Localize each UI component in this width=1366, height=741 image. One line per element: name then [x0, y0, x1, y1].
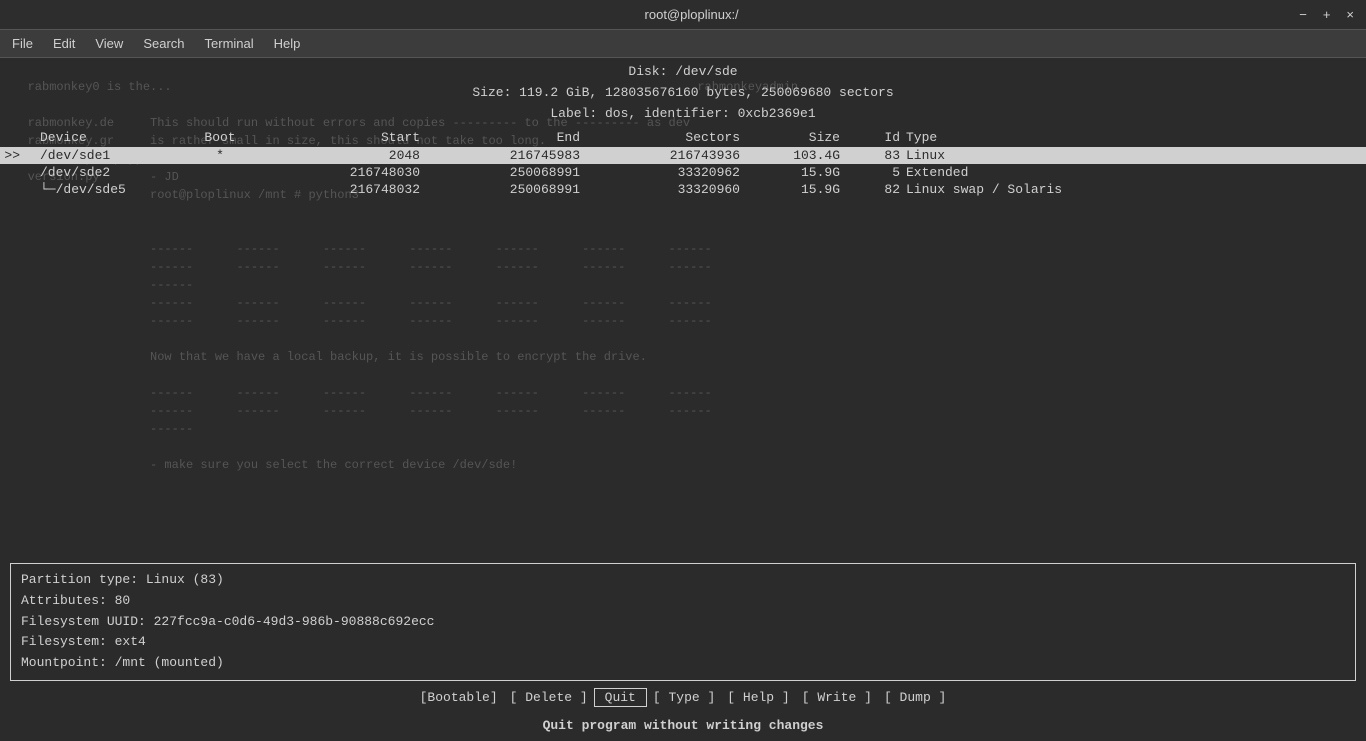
- main-content: Disk: /dev/sde Size: 119.2 GiB, 12803567…: [0, 58, 1366, 741]
- close-button[interactable]: ×: [1342, 7, 1358, 22]
- row-type: Linux swap / Solaris: [900, 181, 1366, 198]
- row-selector: >>: [0, 147, 20, 164]
- row-device: /dev/sde1: [20, 147, 160, 164]
- row-start: 2048: [280, 147, 440, 164]
- col-header-end: End: [440, 128, 600, 147]
- row-size: 15.9G: [760, 181, 860, 198]
- menubar: File Edit View Search Terminal Help: [0, 30, 1366, 58]
- disk-label-line: Label: dos, identifier: 0xcb2369e1: [0, 104, 1366, 125]
- info-line: Filesystem: ext4: [21, 632, 1345, 653]
- toolbar-item-2[interactable]: Quit: [594, 688, 647, 707]
- col-header-boot: Boot: [160, 128, 280, 147]
- row-start: 216748032: [280, 181, 440, 198]
- info-line: Partition type: Linux (83): [21, 570, 1345, 591]
- col-header-start: Start: [280, 128, 440, 147]
- titlebar: root@ploplinux:/ − + ×: [0, 0, 1366, 30]
- toolbar-item-0[interactable]: [Bootable]: [414, 690, 504, 705]
- info-line: Mountpoint: /mnt (mounted): [21, 653, 1345, 674]
- row-boot: *: [160, 147, 280, 164]
- col-header-device: Device: [20, 128, 160, 147]
- row-size: 103.4G: [760, 147, 860, 164]
- row-id: 5: [860, 164, 900, 181]
- col-header-sectors: Sectors: [600, 128, 760, 147]
- row-boot: [160, 181, 280, 198]
- menu-view[interactable]: View: [87, 34, 131, 53]
- window-controls[interactable]: − + ×: [1295, 7, 1358, 22]
- row-sectors: 33320962: [600, 164, 760, 181]
- menu-help[interactable]: Help: [266, 34, 309, 53]
- terminal-area: rabmonkey0 is the... rabmonkeyadmin..: [0, 58, 1366, 741]
- row-start: 216748030: [280, 164, 440, 181]
- col-header-size: Size: [760, 128, 860, 147]
- row-size: 15.9G: [760, 164, 860, 181]
- info-line: Attributes: 80: [21, 591, 1345, 612]
- minimize-button[interactable]: −: [1295, 7, 1311, 22]
- menu-file[interactable]: File: [4, 34, 41, 53]
- disk-size: Size: 119.2 GiB, 128035676160 bytes, 250…: [0, 83, 1366, 104]
- row-end: 250068991: [440, 181, 600, 198]
- row-type: Extended: [900, 164, 1366, 181]
- info-box: Partition type: Linux (83) Attributes: 8…: [10, 563, 1356, 681]
- help-text: Quit program without writing changes: [0, 718, 1366, 733]
- row-id: 82: [860, 181, 900, 198]
- maximize-button[interactable]: +: [1319, 7, 1335, 22]
- row-device: └─/dev/sde5: [20, 181, 160, 198]
- table-row[interactable]: /dev/sde2 216748030 250068991 33320962 1…: [0, 164, 1366, 181]
- disk-label: Disk: /dev/sde: [0, 62, 1366, 83]
- row-sectors: 216743936: [600, 147, 760, 164]
- row-selector: [0, 164, 20, 181]
- row-boot: [160, 164, 280, 181]
- menu-terminal[interactable]: Terminal: [197, 34, 262, 53]
- row-end: 250068991: [440, 164, 600, 181]
- row-sectors: 33320960: [600, 181, 760, 198]
- col-header-type: Type: [900, 128, 1366, 147]
- table-row[interactable]: >> /dev/sde1 * 2048 216745983 216743936 …: [0, 147, 1366, 164]
- row-id: 83: [860, 147, 900, 164]
- toolbar-item-1[interactable]: [ Delete ]: [504, 690, 594, 705]
- toolbar-item-3[interactable]: [ Type ]: [647, 690, 721, 705]
- toolbar-item-4[interactable]: [ Help ]: [721, 690, 795, 705]
- row-end: 216745983: [440, 147, 600, 164]
- toolbar-item-5[interactable]: [ Write ]: [796, 690, 878, 705]
- toolbar-item-6[interactable]: [ Dump ]: [878, 690, 952, 705]
- window-title: root@ploplinux:/: [88, 7, 1295, 22]
- toolbar: [Bootable] [ Delete ] Quit [ Type ] [ He…: [0, 684, 1366, 711]
- row-selector: [0, 181, 20, 198]
- row-device: /dev/sde2: [20, 164, 160, 181]
- row-type: Linux: [900, 147, 1366, 164]
- table-row[interactable]: └─/dev/sde5 216748032 250068991 33320960…: [0, 181, 1366, 198]
- menu-search[interactable]: Search: [135, 34, 192, 53]
- col-header-id: Id: [860, 128, 900, 147]
- partition-table: Device Boot Start End Sectors Size Id Ty…: [0, 128, 1366, 198]
- disk-header: Disk: /dev/sde Size: 119.2 GiB, 12803567…: [0, 58, 1366, 124]
- menu-edit[interactable]: Edit: [45, 34, 83, 53]
- info-line: Filesystem UUID: 227fcc9a-c0d6-49d3-986b…: [21, 612, 1345, 633]
